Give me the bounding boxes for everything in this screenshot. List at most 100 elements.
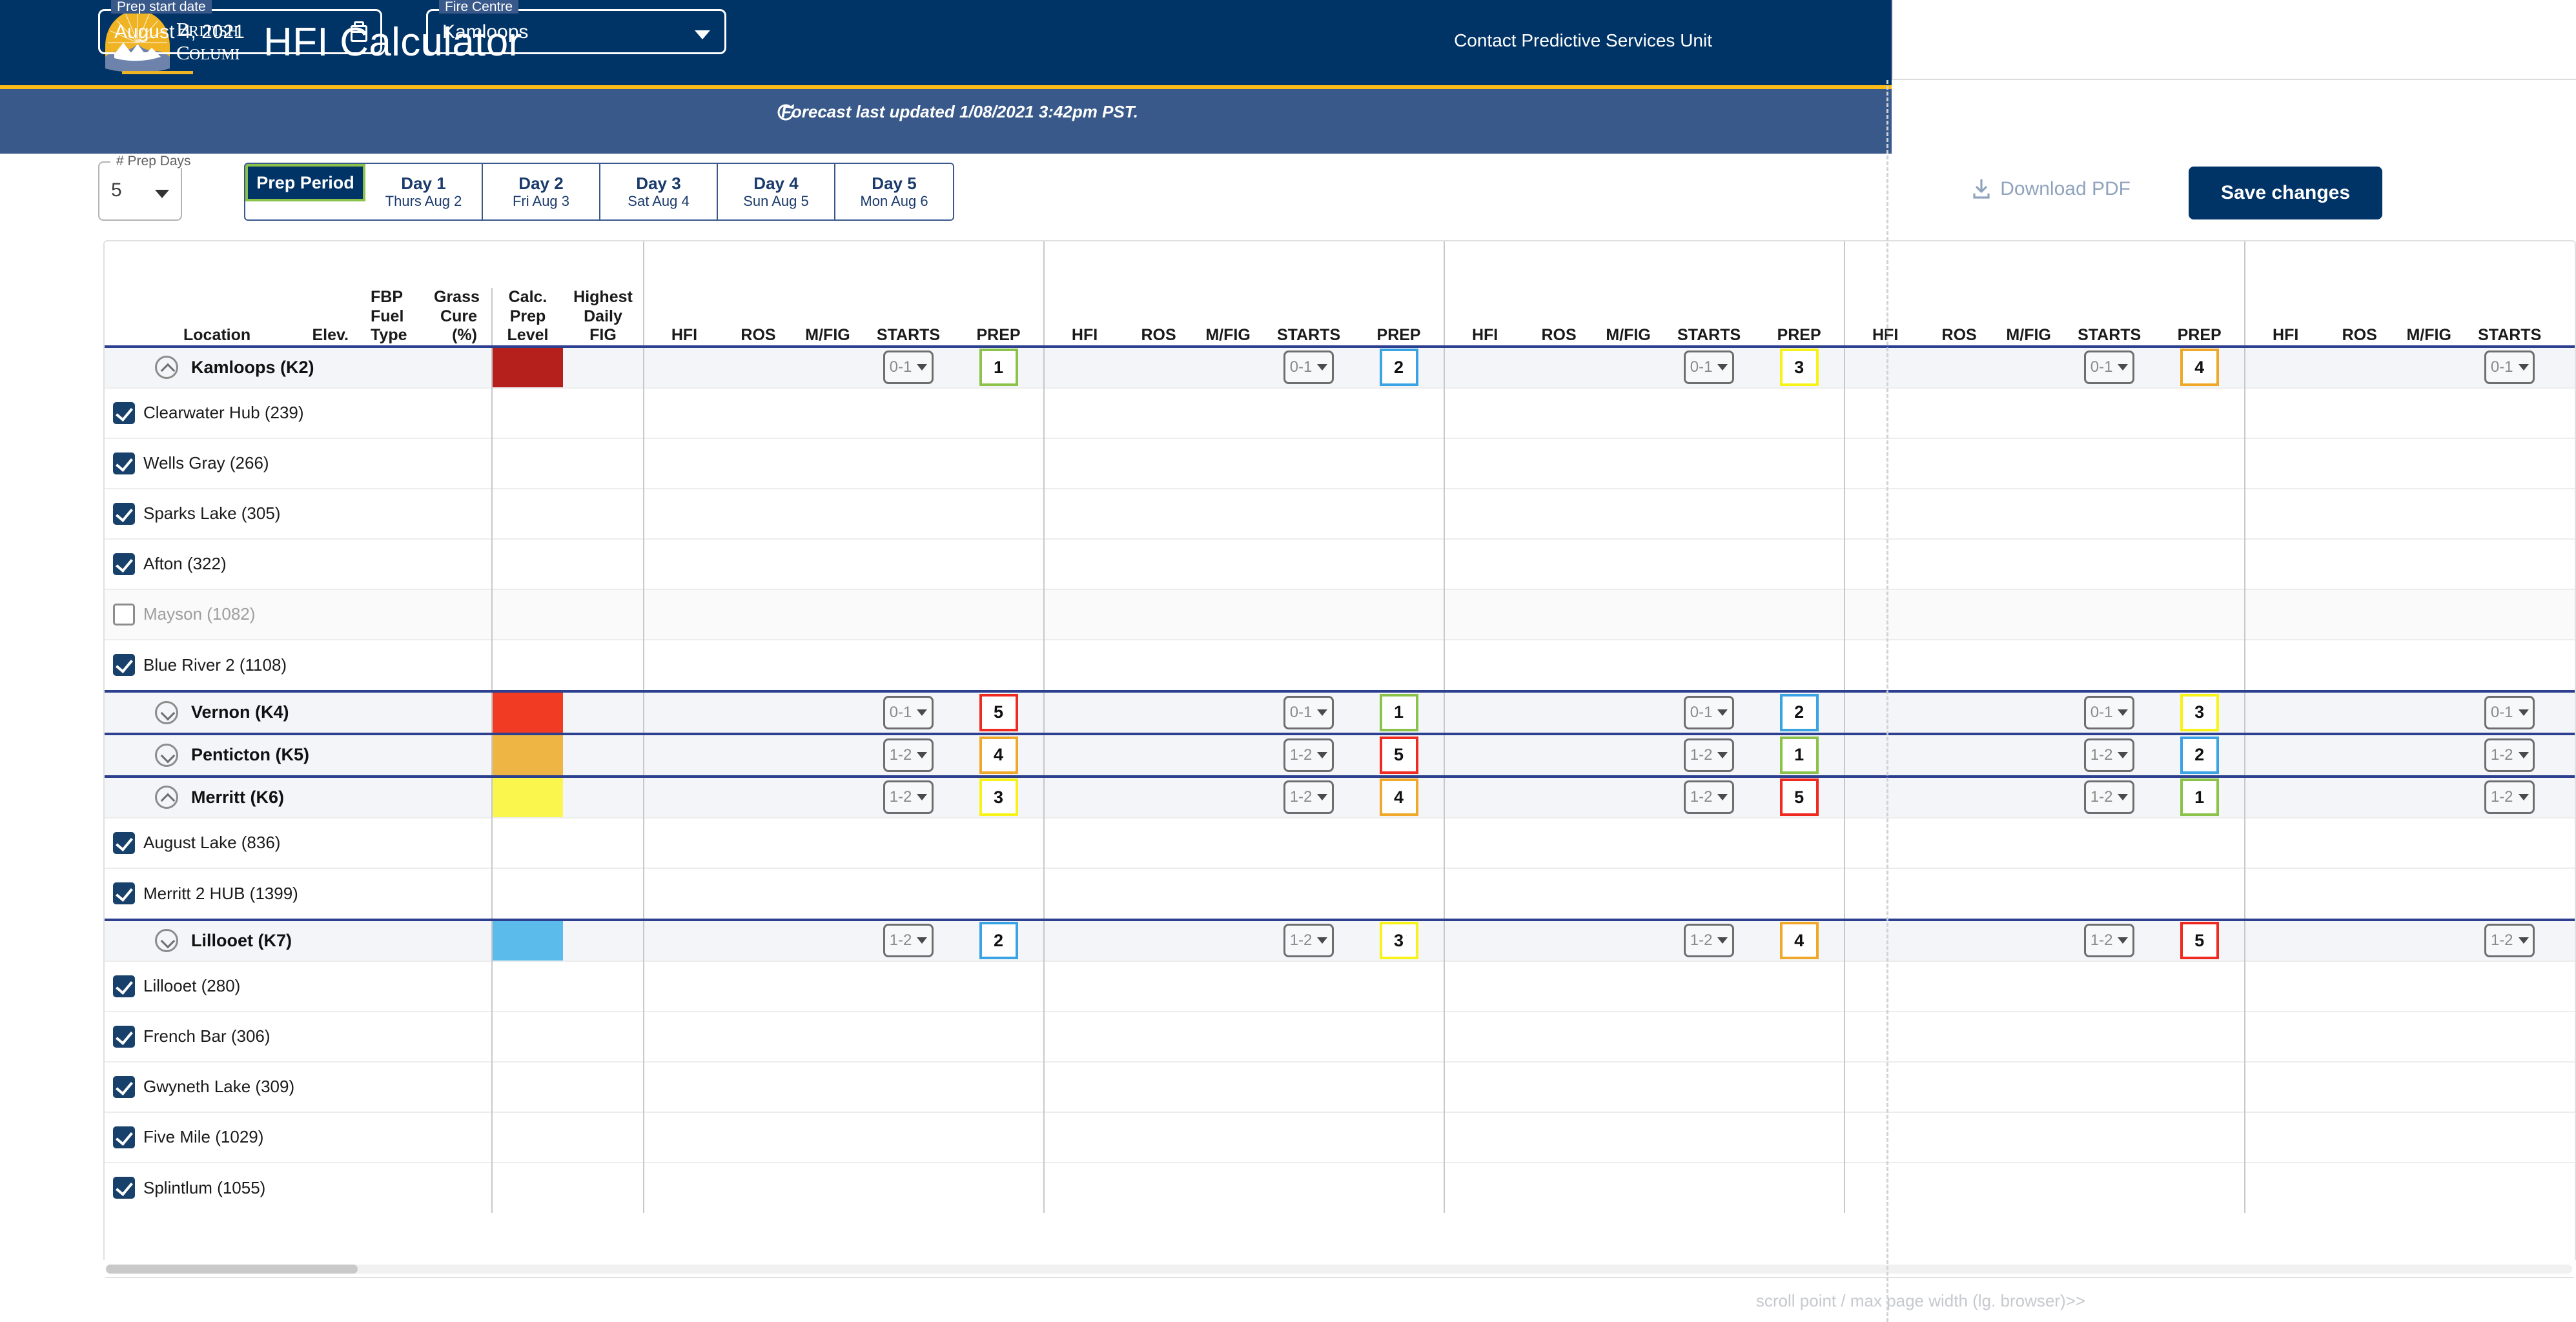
- prep-level-box[interactable]: 1: [1779, 736, 1819, 774]
- horizontal-scrollbar[interactable]: [103, 1260, 2576, 1277]
- zone-prep-cell[interactable]: 3: [2154, 692, 2245, 733]
- station-checkbox-cell[interactable]: [105, 487, 143, 539]
- station-checkbox-cell[interactable]: [105, 387, 143, 438]
- zone-row[interactable]: Penticton (K5)4341-2451-2511-2121-2231-2…: [105, 735, 2575, 775]
- zone-starts-cell[interactable]: 1-2: [2464, 777, 2555, 818]
- zone-prep-cell[interactable]: 5: [2154, 920, 2245, 961]
- starts-dropdown[interactable]: 0-1: [1283, 351, 1334, 384]
- station-checkbox-cell[interactable]: [105, 538, 143, 589]
- zone-starts-cell[interactable]: 1-2: [863, 920, 954, 961]
- zone-starts-cell[interactable]: 1-2: [2064, 735, 2155, 775]
- chevron-up-icon[interactable]: [155, 356, 178, 379]
- starts-dropdown[interactable]: 1-2: [1684, 780, 1735, 814]
- tab-day-4[interactable]: Day 4 Sun Aug 5: [718, 164, 835, 219]
- starts-dropdown[interactable]: 1-2: [2484, 780, 2535, 814]
- zone-starts-cell[interactable]: 1-2: [2064, 777, 2155, 818]
- zone-prep-cell[interactable]: 3: [954, 777, 1045, 818]
- zone-prep-cell[interactable]: 5: [954, 692, 1045, 733]
- starts-dropdown[interactable]: 0-1: [1283, 695, 1334, 729]
- zone-starts-cell[interactable]: 0-1: [2064, 692, 2155, 733]
- zone-starts-cell[interactable]: 1-2: [1263, 777, 1354, 818]
- zone-starts-cell[interactable]: 1-2: [1263, 735, 1354, 775]
- tab-day-3[interactable]: Day 3 Sat Aug 4: [600, 164, 718, 219]
- station-checkbox[interactable]: [113, 1075, 135, 1098]
- prep-days-select[interactable]: # Prep Days 5: [98, 154, 197, 221]
- zone-prep-cell[interactable]: 2: [1754, 692, 1845, 733]
- zone-row[interactable]: Vernon (K4)5450-1510-1120-1230-1340-14: [105, 692, 2575, 733]
- zone-starts-cell[interactable]: 0-1: [1263, 692, 1354, 733]
- station-checkbox-cell[interactable]: [105, 588, 143, 640]
- prep-start-date-field[interactable]: Prep start date August 4, 2021: [98, 0, 382, 54]
- zone-starts-cell[interactable]: 1-2: [863, 735, 954, 775]
- zone-prep-cell[interactable]: 5: [1354, 735, 1445, 775]
- starts-dropdown[interactable]: 1-2: [1283, 924, 1334, 957]
- prep-level-box[interactable]: 2: [2180, 736, 2219, 774]
- station-row[interactable]: Sparks Lake (305)972C75277.75.315277.75.…: [105, 487, 2575, 539]
- zone-starts-cell[interactable]: 1-2: [863, 777, 954, 818]
- chevron-down-icon[interactable]: [155, 700, 178, 724]
- station-checkbox[interactable]: [113, 553, 135, 575]
- station-checkbox[interactable]: [113, 975, 135, 997]
- station-row[interactable]: Clearwater Hub (239)453C72813.12.912813.…: [105, 387, 2575, 438]
- scrollbar-thumb[interactable]: [106, 1265, 358, 1274]
- zone-starts-cell[interactable]: 0-1: [1664, 347, 1755, 388]
- prep-level-box[interactable]: 3: [2180, 693, 2219, 731]
- station-row[interactable]: Blue River 2 (1108)695C518.90.0118.90.01…: [105, 638, 2575, 690]
- prep-level-box[interactable]: 4: [979, 736, 1018, 774]
- prep-level-box[interactable]: 4: [1379, 778, 1418, 816]
- station-checkbox-cell[interactable]: [105, 817, 143, 868]
- zone-prep-cell[interactable]: 2: [2154, 735, 2245, 775]
- zone-prep-cell[interactable]: 3: [1354, 920, 1445, 961]
- station-row[interactable]: Wells Gray (266)959C5696.70.71696.70.716…: [105, 437, 2575, 489]
- starts-dropdown[interactable]: 0-1: [2084, 695, 2135, 729]
- zone-prep-cell[interactable]: 1: [954, 347, 1045, 388]
- zone-prep-cell[interactable]: 4: [2555, 692, 2575, 733]
- prep-level-box[interactable]: 3: [1379, 922, 1418, 959]
- zone-prep-cell[interactable]: 3: [2555, 735, 2575, 775]
- zone-starts-cell[interactable]: 1-2: [2464, 920, 2555, 961]
- station-checkbox[interactable]: [113, 1025, 135, 1048]
- prep-level-box[interactable]: 1: [2180, 778, 2219, 816]
- station-row[interactable]: August Lake (836)855C76384.26.416384.26.…: [105, 817, 2575, 868]
- tab-prep-period[interactable]: Prep Period: [245, 164, 365, 201]
- station-checkbox-cell[interactable]: [105, 960, 143, 1012]
- station-checkbox[interactable]: [113, 1126, 135, 1148]
- zone-prep-cell[interactable]: 5: [2555, 347, 2575, 388]
- zone-starts-cell[interactable]: 0-1: [1664, 692, 1755, 733]
- prep-level-box[interactable]: 4: [2180, 349, 2219, 386]
- starts-dropdown[interactable]: 1-2: [1283, 780, 1334, 814]
- prep-level-box[interactable]: 2: [1779, 693, 1819, 731]
- zone-prep-cell[interactable]: 4: [1354, 777, 1445, 818]
- zone-starts-cell[interactable]: 0-1: [863, 692, 954, 733]
- prep-level-box[interactable]: 2: [979, 922, 1018, 959]
- starts-dropdown[interactable]: 1-2: [2084, 738, 2135, 772]
- about-this-data[interactable]: About this data: [2196, 102, 2350, 125]
- station-row[interactable]: Afton (322)780O1B903476.133.113476.133.1…: [105, 538, 2575, 589]
- station-row[interactable]: Five Mile (1029)865C76468.96.416468.96.4…: [105, 1111, 2575, 1163]
- starts-dropdown[interactable]: 0-1: [1684, 351, 1735, 384]
- prep-level-box[interactable]: 5: [1379, 736, 1418, 774]
- station-checkbox-cell[interactable]: [105, 867, 143, 919]
- chevron-down-icon[interactable]: [695, 30, 710, 39]
- zone-prep-cell[interactable]: 2: [2555, 777, 2575, 818]
- prep-level-box[interactable]: 1: [979, 349, 1018, 386]
- zone-prep-cell[interactable]: 4: [2154, 347, 2245, 388]
- zone-starts-cell[interactable]: 1-2: [1263, 920, 1354, 961]
- prep-level-box[interactable]: 4: [1779, 922, 1819, 959]
- zone-row[interactable]: Kamloops (K2)6510-1120-1230-1340-1450-15: [105, 347, 2575, 388]
- starts-dropdown[interactable]: 0-1: [883, 351, 934, 384]
- zone-prep-cell[interactable]: 3: [1754, 347, 1845, 388]
- station-checkbox-cell[interactable]: [105, 437, 143, 489]
- prep-level-box[interactable]: 3: [1779, 349, 1819, 386]
- starts-dropdown[interactable]: 1-2: [883, 738, 934, 772]
- station-checkbox[interactable]: [113, 882, 135, 904]
- zone-name-cell[interactable]: Vernon (K4): [143, 692, 492, 733]
- station-row[interactable]: Splintlum (1055)424C76770.46.916770.46.9…: [105, 1161, 2575, 1213]
- scrollbar-track[interactable]: [106, 1265, 2572, 1274]
- zone-starts-cell[interactable]: 1-2: [1664, 735, 1755, 775]
- prep-level-box[interactable]: 1: [1379, 693, 1418, 731]
- chevron-down-icon[interactable]: [155, 929, 178, 952]
- station-row[interactable]: Mayson (1082)1315C316594.311.5116594.311…: [105, 588, 2575, 640]
- zone-prep-cell[interactable]: 1: [2555, 920, 2575, 961]
- station-checkbox-cell[interactable]: [105, 1010, 143, 1062]
